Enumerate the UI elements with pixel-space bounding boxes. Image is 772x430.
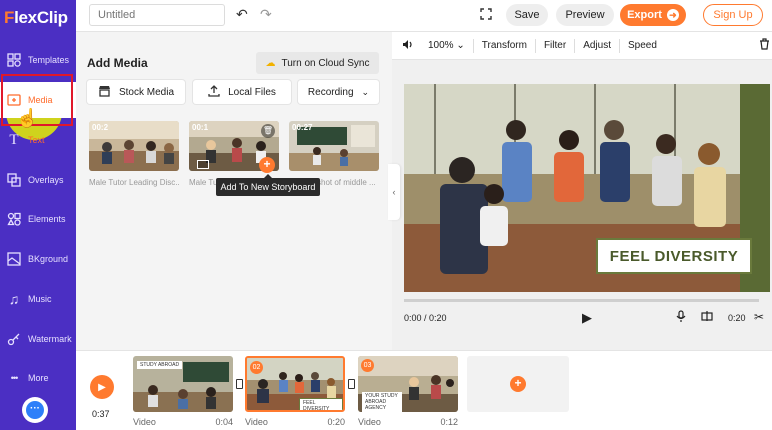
play-icon[interactable]: ▶ <box>582 310 592 326</box>
clip-meta: Video 0:20 <box>245 417 345 427</box>
microphone-icon[interactable] <box>676 310 686 326</box>
chevron-down-icon: ⌄ <box>456 40 465 51</box>
add-storyboard-tooltip: Add To New Storyboard <box>216 174 320 196</box>
timeline-clip[interactable]: 03 YOUR STUDY ABROAD AGENCY <box>358 356 458 412</box>
undo-icon[interactable]: ↶ <box>236 6 248 23</box>
transition-icon[interactable] <box>348 379 355 389</box>
elements-icon <box>6 211 22 227</box>
clip-meta: Video 0:04 <box>133 417 233 427</box>
text-icon: T <box>9 131 19 148</box>
add-to-storyboard-button[interactable]: + <box>259 157 275 173</box>
thumb-caption: Male Tu <box>189 178 218 187</box>
sidebar-item-more[interactable]: ••• More <box>0 360 76 396</box>
stock-media-button[interactable]: Stock Media <box>87 80 185 104</box>
sidebar-item-overlays[interactable]: Overlays <box>0 162 76 198</box>
volume-icon[interactable] <box>402 39 414 53</box>
media-thumb[interactable]: 00:27 <box>289 121 379 171</box>
timeline-clip-selected[interactable]: 02 FEEL DIVERSITY <box>245 356 345 412</box>
hand-cursor-icon: ☝ <box>16 108 39 128</box>
media-panel: Add Media ☁ Turn on Cloud Sync Stock Med… <box>76 32 392 350</box>
clip-meta: Video 0:12 <box>358 417 458 427</box>
chat-support-button[interactable]: ··· <box>22 397 48 423</box>
music-icon: ♫ <box>8 291 20 307</box>
total-duration: 0:37 <box>92 409 110 419</box>
timeline-play-button[interactable]: ▶ <box>90 375 114 399</box>
storyboard-icon[interactable] <box>197 160 209 169</box>
preview-button[interactable]: Preview <box>556 4 614 26</box>
sidebar-item-templates[interactable]: Templates <box>0 42 76 78</box>
collapse-panel-button[interactable]: ‹ <box>388 164 400 220</box>
templates-icon <box>6 52 22 68</box>
local-files-button[interactable]: Local Files <box>193 80 291 104</box>
cloud-sync-button[interactable]: ☁ Turn on Cloud Sync <box>256 52 379 74</box>
media-icon <box>6 92 22 108</box>
redo-icon[interactable]: ↷ <box>260 6 272 23</box>
watermark-icon <box>6 331 22 347</box>
sidebar-item-bkground[interactable]: BKground <box>0 241 76 277</box>
preview-toolbar: 100% ⌄ Transform Filter Adjust Speed <box>392 32 772 60</box>
delete-icon[interactable] <box>759 38 770 53</box>
speed-button[interactable]: Speed <box>628 40 657 51</box>
zoom-dropdown[interactable]: 100% ⌄ <box>428 40 465 51</box>
thumb-caption: shot of middle ... <box>317 178 376 187</box>
add-clip-button[interactable]: + <box>467 356 569 412</box>
feel-diversity-text-overlay[interactable]: FEEL DIVERSITY <box>596 238 752 274</box>
timeline: ▶ 0:37 STUDY ABROAD Video 0:04 02 FEEL DI… <box>76 350 772 430</box>
fullscreen-icon[interactable] <box>480 8 492 23</box>
recording-dropdown[interactable]: Recording ⌄ <box>298 80 379 104</box>
sidebar-item-music[interactable]: ♫ Music <box>0 281 76 317</box>
chat-icon: ··· <box>26 401 44 419</box>
scissors-icon[interactable]: ✂ <box>754 310 764 324</box>
transform-button[interactable]: Transform <box>482 40 527 51</box>
project-title-input[interactable] <box>89 4 225 26</box>
adjust-button[interactable]: Adjust <box>583 40 611 51</box>
transition-icon[interactable] <box>236 379 243 389</box>
media-thumb[interactable]: 00:2 <box>89 121 179 171</box>
thumb-caption: Male Tutor Leading Disc... <box>89 178 179 187</box>
play-icon: ▶ <box>98 381 106 393</box>
timeline-clip[interactable]: STUDY ABROAD <box>133 356 233 412</box>
background-icon <box>6 251 22 267</box>
plus-icon: + <box>510 376 526 392</box>
cloud-icon: ☁ <box>265 57 276 69</box>
upload-icon <box>208 84 220 100</box>
sidebar-item-watermark[interactable]: Watermark <box>0 321 76 357</box>
split-icon[interactable] <box>701 310 713 325</box>
chevron-down-icon: ⌄ <box>361 86 370 97</box>
preview-area: 100% ⌄ Transform Filter Adjust Speed FEE… <box>392 32 772 350</box>
media-thumb-hovered[interactable]: 00:1 🗑 + <box>189 121 279 173</box>
export-button[interactable]: Export ➜ <box>620 4 686 26</box>
end-time: 0:20 <box>728 313 746 323</box>
panel-title: Add Media <box>87 56 148 70</box>
overlays-icon <box>6 172 22 188</box>
sign-up-button[interactable]: Sign Up <box>703 4 763 26</box>
filter-button[interactable]: Filter <box>544 40 566 51</box>
save-button[interactable]: Save <box>506 4 548 26</box>
top-bar: ↶ ↷ Save Preview Export ➜ Sign Up <box>76 0 772 32</box>
playback-progress-bar[interactable] <box>404 299 759 302</box>
more-icon: ••• <box>10 373 18 383</box>
sidebar: FlexClip Templates Media ☝ T Text Overla… <box>0 0 76 430</box>
trash-icon[interactable]: 🗑 <box>261 124 275 138</box>
sidebar-item-elements[interactable]: Elements <box>0 201 76 237</box>
current-time: 0:00 / 0:20 <box>404 313 447 323</box>
flexclip-logo[interactable]: FlexClip <box>4 8 68 28</box>
store-icon <box>98 85 111 100</box>
video-canvas[interactable]: FEEL DIVERSITY <box>404 84 770 292</box>
arrow-right-icon: ➜ <box>666 9 679 21</box>
